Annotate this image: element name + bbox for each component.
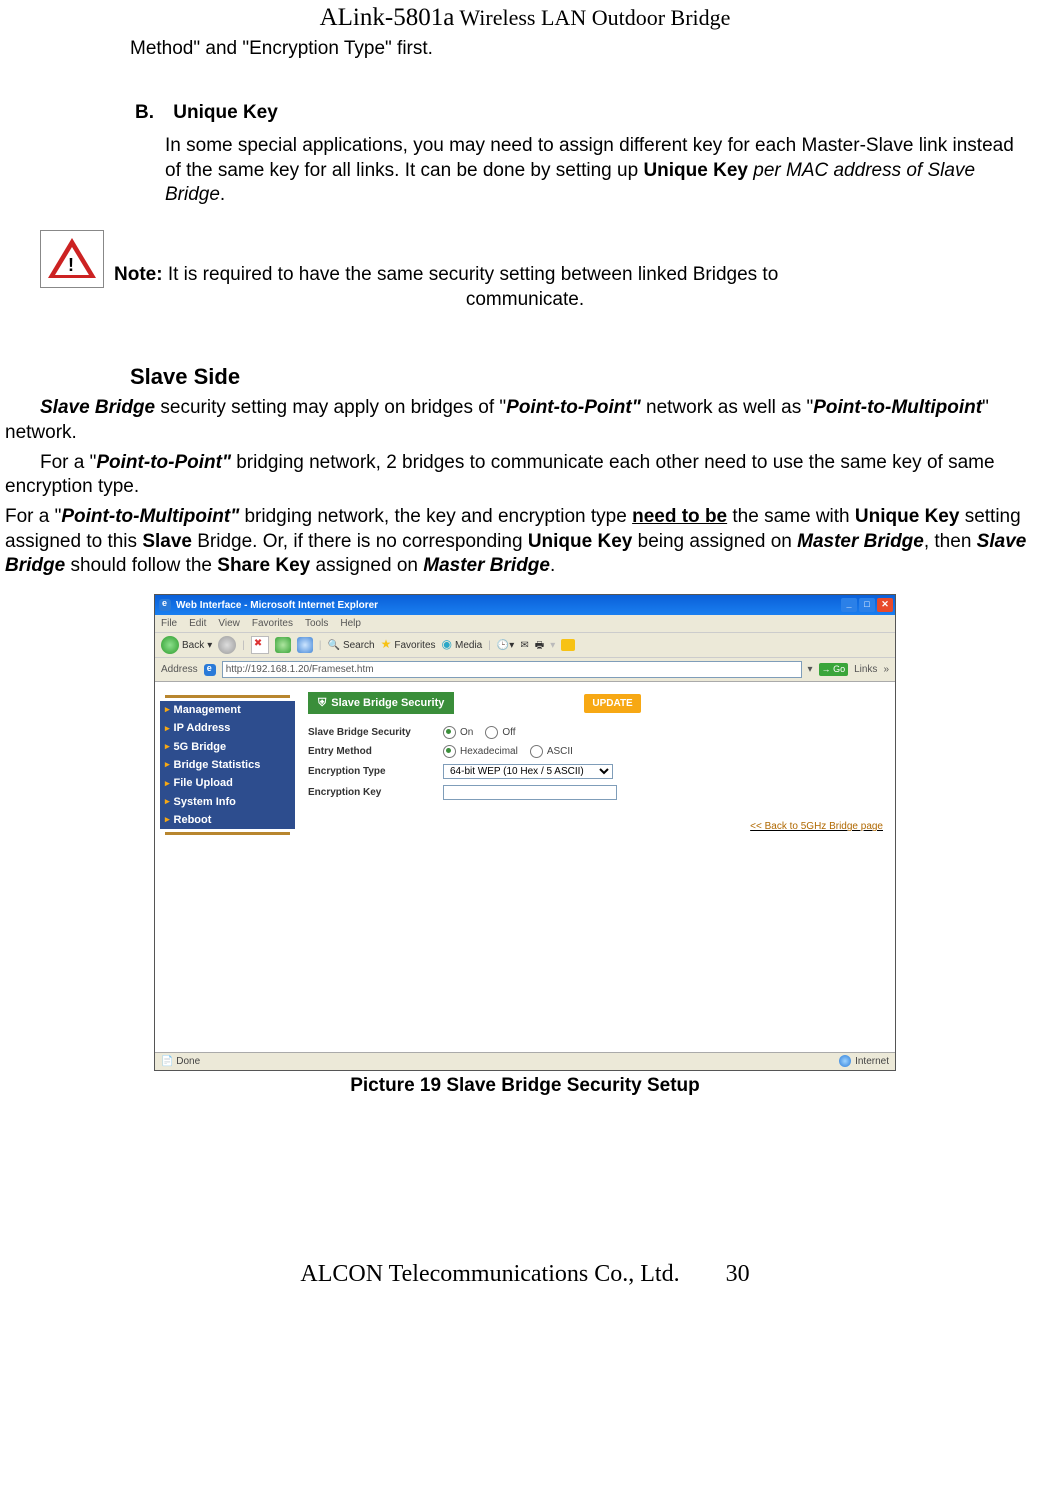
page-number: 30 — [726, 1259, 750, 1290]
done-icon: 📄 — [161, 1056, 173, 1067]
status-zone: Internet — [855, 1056, 889, 1067]
address-input[interactable]: http://192.168.1.20/Frameset.htm — [222, 661, 802, 678]
label-enckey: Encryption Key — [308, 786, 443, 799]
radio-hex[interactable] — [443, 745, 456, 758]
status-done: Done — [176, 1056, 200, 1067]
sidebar: ▸Management ▸IP Address ▸5G Bridge ▸Brid… — [155, 682, 300, 1052]
internet-zone-icon — [839, 1055, 851, 1067]
go-button[interactable]: → Go — [819, 663, 849, 677]
caution-icon: ! — [40, 230, 104, 288]
mail-icon[interactable]: ✉ — [520, 639, 528, 652]
section-letter: B. — [135, 102, 154, 123]
menu-file[interactable]: File — [161, 617, 177, 630]
paragraph-2: For a "Point-to-Point" bridging network,… — [5, 451, 1045, 500]
print-icon[interactable]: 🖶 — [535, 639, 544, 652]
back-button[interactable]: Back▾ — [161, 636, 212, 654]
shield-icon: ⛨ — [318, 696, 326, 710]
paragraph-1: Slave Bridge security setting may apply … — [5, 396, 1045, 445]
address-label: Address — [161, 663, 198, 676]
menu-tools[interactable]: Tools — [305, 617, 328, 630]
window-title: Web Interface - Microsoft Internet Explo… — [176, 599, 378, 612]
sidebar-item-sysinfo[interactable]: ▸System Info — [160, 793, 295, 811]
media-button[interactable]: ◉Media — [442, 637, 483, 653]
statusbar: 📄 Done Internet — [155, 1052, 895, 1070]
chevron-right-icon: ▸ — [165, 759, 170, 771]
encryption-key-input[interactable] — [443, 785, 617, 800]
sidebar-item-upload[interactable]: ▸File Upload — [160, 774, 295, 792]
radio-off[interactable] — [485, 726, 498, 739]
sidebar-item-stats[interactable]: ▸Bridge Statistics — [160, 756, 295, 774]
home-button[interactable] — [297, 637, 313, 653]
chevron-right-icon: ▸ — [165, 723, 170, 735]
forward-button[interactable] — [218, 636, 236, 654]
stop-button[interactable] — [251, 636, 269, 654]
panel-title: ⛨ Slave Bridge Security — [308, 692, 454, 714]
label-entry: Entry Method — [308, 745, 443, 758]
slave-side-heading: Slave Side — [130, 363, 1050, 392]
page-title: ALink-5801a Wireless LAN Outdoor Bridge — [0, 2, 1050, 35]
section-title: Unique Key — [173, 102, 278, 123]
close-button[interactable]: ✕ — [877, 598, 893, 612]
back-link-row: << Back to 5GHz Bridge page — [308, 820, 883, 833]
label-enctype: Encryption Type — [308, 765, 443, 778]
titlebar: Web Interface - Microsoft Internet Explo… — [155, 595, 895, 615]
section-body: In some special applications, you may ne… — [165, 134, 1030, 208]
menubar: File Edit View Favorites Tools Help — [155, 615, 895, 633]
radio-on[interactable] — [443, 726, 456, 739]
label-security: Slave Bridge Security — [308, 726, 443, 739]
menu-edit[interactable]: Edit — [189, 617, 206, 630]
favorites-button[interactable]: ★Favorites — [381, 637, 436, 653]
footer-company: ALCON Telecommunications Co., Ltd. — [300, 1261, 679, 1287]
address-dropdown-icon[interactable]: ▾ — [808, 663, 813, 676]
update-button[interactable]: UPDATE — [584, 694, 640, 713]
back-link[interactable]: << Back to 5GHz Bridge page — [750, 821, 883, 832]
toolbar: Back▾ | | 🔍Search ★Favorites ◉Media | 🕒▾… — [155, 633, 895, 658]
main-panel: ⛨ Slave Bridge Security UPDATE Slave Bri… — [300, 682, 895, 1052]
sidebar-item-reboot[interactable]: ▸Reboot — [160, 811, 295, 829]
paragraph-3: For a "Point-to-Multipoint" bridging net… — [5, 505, 1045, 579]
note-text: Note: It is required to have the same se… — [114, 263, 1020, 288]
radio-ascii[interactable] — [530, 745, 543, 758]
maximize-button[interactable]: □ — [859, 598, 875, 612]
encryption-type-select[interactable]: 64-bit WEP (10 Hex / 5 ASCII) — [443, 764, 613, 779]
section-b: B. Unique Key In some special applicatio… — [135, 101, 1050, 208]
chevron-right-icon: ▸ — [165, 704, 170, 716]
chevron-right-icon: ▸ — [165, 796, 170, 808]
ie-logo-icon — [159, 599, 171, 611]
figure-caption: Picture 19 Slave Bridge Security Setup — [0, 1074, 1050, 1099]
sidebar-item-management[interactable]: ▸Management — [160, 701, 295, 719]
menu-view[interactable]: View — [218, 617, 240, 630]
links-label[interactable]: Links — [854, 663, 877, 676]
menu-help[interactable]: Help — [340, 617, 361, 630]
minimize-button[interactable]: _ — [841, 598, 857, 612]
search-button[interactable]: 🔍Search — [327, 639, 374, 652]
sidebar-item-5g[interactable]: ▸5G Bridge — [160, 738, 295, 756]
note-row: ! Note: It is required to have the same … — [40, 230, 1050, 288]
chevron-right-icon: ▸ — [165, 814, 170, 826]
history-icon[interactable]: 🕒▾ — [497, 639, 514, 652]
ie-screenshot: Web Interface - Microsoft Internet Explo… — [154, 594, 896, 1071]
chevron-right-icon: ▸ — [165, 778, 170, 790]
address-bar: Address http://192.168.1.20/Frameset.htm… — [155, 658, 895, 682]
refresh-button[interactable] — [275, 637, 291, 653]
note-text-2: communicate. — [0, 288, 1050, 313]
page-icon — [204, 664, 216, 676]
folder-icon[interactable] — [561, 639, 575, 651]
continued-text: Method" and "Encryption Type" first. — [130, 37, 1050, 62]
sidebar-item-ip[interactable]: ▸IP Address — [160, 719, 295, 737]
footer: ALCON Telecommunications Co., Ltd. 30 — [0, 1259, 1050, 1290]
menu-favorites[interactable]: Favorites — [252, 617, 293, 630]
chevron-right-icon: ▸ — [165, 741, 170, 753]
